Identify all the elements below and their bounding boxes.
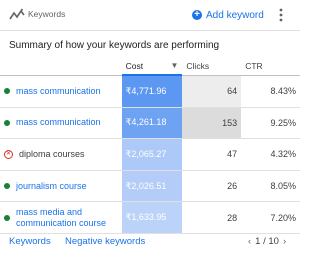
summary-text: Summary of how your keywords are perform… <box>9 40 220 51</box>
enabled-status-icon <box>4 88 10 95</box>
column-header-ctr-label: CTR <box>245 61 263 72</box>
keyword-link[interactable]: mass media and communication course <box>16 207 118 229</box>
more-vert-icon[interactable] <box>279 8 283 22</box>
keyword-cell: mass media and communication course <box>0 201 122 234</box>
keyword-column-header <box>0 58 122 76</box>
column-header-cost[interactable]: Cost ▼ <box>121 58 183 76</box>
cost-cell: ₹4,261.18 <box>121 107 183 140</box>
card-title: Keywords <box>28 9 66 19</box>
keyword-cell: mass communication <box>0 107 122 140</box>
page-indicator: 1 / 10 <box>255 236 279 247</box>
cost-cell: ₹2,026.51 <box>121 170 183 203</box>
chevron-right-icon[interactable]: › <box>283 236 286 247</box>
table-row: ✕ diploma courses ₹2,065.27 47 4.32% <box>0 138 300 171</box>
column-header-clicks[interactable]: Clicks <box>182 58 242 76</box>
keyword-link[interactable]: mass communication <box>16 86 101 97</box>
clicks-cell: 26 <box>182 170 242 203</box>
card-header: Keywords + Add keyword <box>0 0 300 31</box>
add-keyword-button[interactable]: + Add keyword <box>192 7 264 23</box>
card-footer: Keywords Negative keywords ‹ 1 / 10 › <box>0 231 300 251</box>
cost-cell: ₹1,633.95 <box>121 201 183 234</box>
enabled-status-icon <box>4 214 10 221</box>
keyword-text: diploma courses <box>19 148 85 159</box>
cost-cell: ₹2,065.27 <box>121 138 183 171</box>
column-header-cost-label: Cost <box>125 61 144 71</box>
column-header-ctr[interactable]: CTR <box>241 58 300 76</box>
clicks-cell: 47 <box>182 138 242 171</box>
cost-cell: ₹4,771.96 <box>121 75 183 108</box>
table-row: journalism course ₹2,026.51 26 8.05% <box>0 170 300 203</box>
enabled-status-icon <box>4 183 10 190</box>
keywords-table: Cost ▼ Clicks CTR mass communication ₹4,… <box>0 58 300 234</box>
keywords-icon <box>9 8 25 20</box>
chevron-left-icon[interactable]: ‹ <box>248 236 251 247</box>
enabled-status-icon <box>4 119 10 126</box>
column-header-clicks-label: Clicks <box>186 61 210 72</box>
keyword-link[interactable]: journalism course <box>16 181 87 192</box>
keywords-card: Keywords + Add keyword Summary of how yo… <box>0 0 300 256</box>
ctr-cell: 9.25% <box>241 107 300 140</box>
table-row: mass media and communication course ₹1,6… <box>0 201 300 234</box>
ctr-cell: 8.43% <box>241 75 300 108</box>
table-row: mass communication ₹4,771.96 64 8.43% <box>0 75 300 108</box>
keywords-link[interactable]: Keywords <box>9 236 51 247</box>
ctr-cell: 7.20% <box>241 201 300 234</box>
clicks-cell: 28 <box>182 201 242 234</box>
add-keyword-label: Add keyword <box>206 9 264 21</box>
ctr-cell: 4.32% <box>241 138 300 171</box>
keyword-link[interactable]: mass communication <box>16 117 101 128</box>
keyword-cell: mass communication <box>0 75 122 108</box>
table-row: mass communication ₹4,261.18 153 9.25% <box>0 107 300 140</box>
clicks-cell: 153 <box>182 107 242 140</box>
removed-status-icon: ✕ <box>4 149 13 159</box>
sort-descending-icon: ▼ <box>170 61 179 70</box>
table-header-row: Cost ▼ Clicks CTR <box>0 58 300 76</box>
pagination: ‹ 1 / 10 › <box>248 236 286 247</box>
keyword-cell: ✕ diploma courses <box>0 138 122 171</box>
clicks-cell: 64 <box>182 75 242 108</box>
keyword-cell: journalism course <box>0 170 122 203</box>
ctr-cell: 8.05% <box>241 170 300 203</box>
negative-keywords-link[interactable]: Negative keywords <box>65 236 145 247</box>
plus-icon: + <box>192 10 202 20</box>
